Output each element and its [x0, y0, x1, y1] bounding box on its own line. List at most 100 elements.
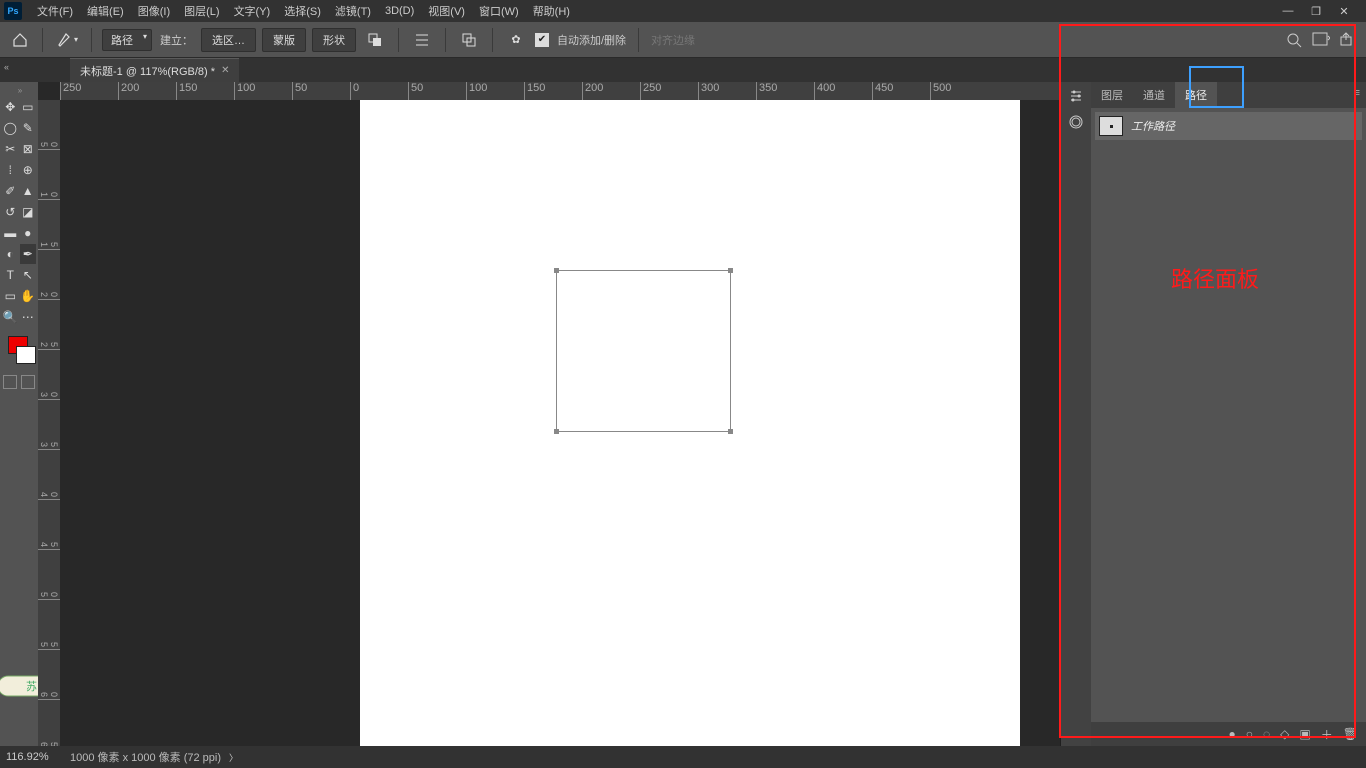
- marquee-tool[interactable]: ▭: [20, 97, 37, 117]
- anchor-point[interactable]: [554, 429, 559, 434]
- paths-panel-body: 工作路径: [1091, 108, 1366, 144]
- pen-tool[interactable]: ✒: [20, 244, 37, 264]
- gradient-tool[interactable]: ▬: [2, 223, 19, 243]
- rectangle-path[interactable]: [556, 270, 731, 432]
- align-edges-label: 对齐边缘: [649, 32, 697, 48]
- type-tool[interactable]: T: [2, 265, 19, 285]
- history-brush-tool[interactable]: ↺: [2, 202, 19, 222]
- hand-tool[interactable]: ✋: [20, 286, 37, 306]
- fill-path-icon[interactable]: ●: [1229, 727, 1236, 741]
- eyedropper-tool[interactable]: ⁞: [2, 160, 19, 180]
- rectangle-tool[interactable]: ▭: [2, 286, 19, 306]
- ruler-vertical: 5 0 01 0 01 5 02 0 02 5 03 0 03 5 04 0 0…: [38, 100, 60, 746]
- path-align-icon[interactable]: [409, 28, 435, 52]
- healing-tool[interactable]: ⊕: [20, 160, 37, 180]
- stroke-path-icon[interactable]: ○: [1246, 727, 1253, 741]
- eraser-tool[interactable]: ◪: [20, 202, 37, 222]
- color-swatches[interactable]: [2, 334, 36, 370]
- menu-window[interactable]: 窗口(W): [472, 1, 526, 21]
- ruler-horizontal: 2502001501005005010015020025030035040045…: [60, 82, 1060, 100]
- document-tab[interactable]: 未标题-1 @ 117%(RGB/8) * ✕: [70, 58, 239, 82]
- move-tool[interactable]: ✥: [2, 97, 19, 117]
- auto-add-delete-checkbox[interactable]: ✔: [535, 33, 549, 47]
- panels: 图层 通道 路径 ≡ 工作路径 路径面板 ● ○ ◌ ◇ ▣ ＋ 🗑: [1091, 82, 1366, 746]
- auto-add-delete-label: 自动添加/删除: [555, 32, 628, 48]
- menu-filter[interactable]: 滤镜(T): [328, 1, 378, 21]
- crop-tool[interactable]: ✂: [2, 139, 19, 159]
- blur-tool[interactable]: ●: [20, 223, 37, 243]
- annotation-label: 路径面板: [1171, 262, 1259, 294]
- chevron-right-icon[interactable]: 〉: [229, 751, 238, 764]
- menu-layer[interactable]: 图层(L): [177, 1, 226, 21]
- make-work-path-icon[interactable]: ◇: [1280, 727, 1289, 741]
- gear-icon[interactable]: ✿: [503, 28, 529, 52]
- adjustments-icon[interactable]: [1068, 88, 1084, 104]
- menu-edit[interactable]: 编辑(E): [80, 1, 131, 21]
- path-item-name: 工作路径: [1131, 118, 1175, 134]
- path-operations-icon[interactable]: [362, 28, 388, 52]
- quick-select-tool[interactable]: ✎: [20, 118, 37, 138]
- tab-layers[interactable]: 图层: [1091, 82, 1133, 108]
- document-info[interactable]: 1000 像素 x 1000 像素 (72 ppi): [70, 749, 221, 765]
- pen-tool-preview-icon[interactable]: ▾: [53, 28, 81, 52]
- create-label: 建立：: [158, 32, 195, 48]
- options-bar: ▾ 路径 建立： 选区… 蒙版 形状 ✿ ✔ 自动添加/删除 对齐边缘: [0, 22, 1366, 58]
- menu-3d[interactable]: 3D(D): [378, 3, 421, 19]
- zoom-level[interactable]: 116.92%: [6, 751, 62, 763]
- menu-select[interactable]: 选择(S): [277, 1, 328, 21]
- document-tab-bar: « 未标题-1 @ 117%(RGB/8) * ✕: [0, 58, 1366, 82]
- frame-tool[interactable]: ⊠: [20, 139, 37, 159]
- styles-icon[interactable]: [1068, 114, 1084, 130]
- paths-panel-footer: ● ○ ◌ ◇ ▣ ＋ 🗑: [1091, 722, 1366, 746]
- load-path-selection-icon[interactable]: ◌: [1263, 727, 1270, 741]
- search-icon[interactable]: [1286, 32, 1302, 48]
- menubar: Ps 文件(F) 编辑(E) 图像(I) 图层(L) 文字(Y) 选择(S) 滤…: [0, 0, 1366, 22]
- share-icon[interactable]: [1340, 32, 1354, 48]
- panel-menu-icon[interactable]: ≡: [1348, 82, 1366, 108]
- lasso-tool[interactable]: ◯: [2, 118, 19, 138]
- tab-channels[interactable]: 通道: [1133, 82, 1175, 108]
- path-thumbnail: [1099, 116, 1123, 136]
- canvas-area[interactable]: 2502001501005005010015020025030035040045…: [38, 82, 1060, 746]
- background-swatch[interactable]: [16, 346, 36, 364]
- path-select-tool[interactable]: ↖: [20, 265, 37, 285]
- maximize-icon[interactable]: ❐: [1308, 5, 1324, 18]
- app-logo: Ps: [4, 2, 22, 20]
- standard-mode-icon[interactable]: [3, 375, 17, 389]
- new-path-icon[interactable]: ＋: [1321, 726, 1333, 743]
- make-shape-button[interactable]: 形状: [312, 28, 356, 52]
- make-selection-button[interactable]: 选区…: [201, 28, 256, 52]
- anchor-point[interactable]: [554, 268, 559, 273]
- menu-view[interactable]: 视图(V): [421, 1, 472, 21]
- brush-tool[interactable]: ✐: [2, 181, 19, 201]
- close-tab-icon[interactable]: ✕: [221, 65, 229, 76]
- anchor-point[interactable]: [728, 429, 733, 434]
- make-mask-button[interactable]: 蒙版: [262, 28, 306, 52]
- status-bar: 116.92% 1000 像素 x 1000 像素 (72 ppi) 〉: [0, 746, 1366, 768]
- workspace-switcher-icon[interactable]: [1312, 32, 1330, 48]
- toolbox-expand-handle[interactable]: »: [2, 84, 38, 96]
- edit-toolbar[interactable]: ⋯: [20, 307, 37, 327]
- path-arrange-icon[interactable]: [456, 28, 482, 52]
- home-icon[interactable]: [8, 28, 32, 52]
- path-item[interactable]: 工作路径: [1095, 112, 1362, 140]
- menu-type[interactable]: 文字(Y): [227, 1, 278, 21]
- close-icon[interactable]: ✕: [1336, 5, 1352, 18]
- menu-file[interactable]: 文件(F): [30, 1, 80, 21]
- menu-help[interactable]: 帮助(H): [526, 1, 577, 21]
- panel-tabs: 图层 通道 路径 ≡: [1091, 82, 1366, 108]
- collapsed-panel-icons: [1061, 82, 1091, 746]
- dodge-tool[interactable]: ◐: [2, 244, 19, 264]
- toolbox: » ✥▭ ◯✎ ✂⊠ ⁞⊕ ✐▲ ↺◪ ▬● ◐✒ T↖ ▭✋ 🔍⋯ 苏·简 👕: [0, 82, 38, 746]
- collapse-icon[interactable]: «: [4, 62, 9, 72]
- quickmask-mode-icon[interactable]: [21, 375, 35, 389]
- delete-path-icon[interactable]: 🗑: [1343, 727, 1358, 741]
- path-mode-dropdown[interactable]: 路径: [102, 29, 152, 51]
- stamp-tool[interactable]: ▲: [20, 181, 37, 201]
- minimize-icon[interactable]: —: [1280, 5, 1296, 18]
- menu-image[interactable]: 图像(I): [131, 1, 177, 21]
- zoom-tool[interactable]: 🔍: [2, 307, 19, 327]
- add-mask-icon[interactable]: ▣: [1299, 727, 1310, 741]
- anchor-point[interactable]: [728, 268, 733, 273]
- tab-paths[interactable]: 路径: [1175, 82, 1217, 108]
